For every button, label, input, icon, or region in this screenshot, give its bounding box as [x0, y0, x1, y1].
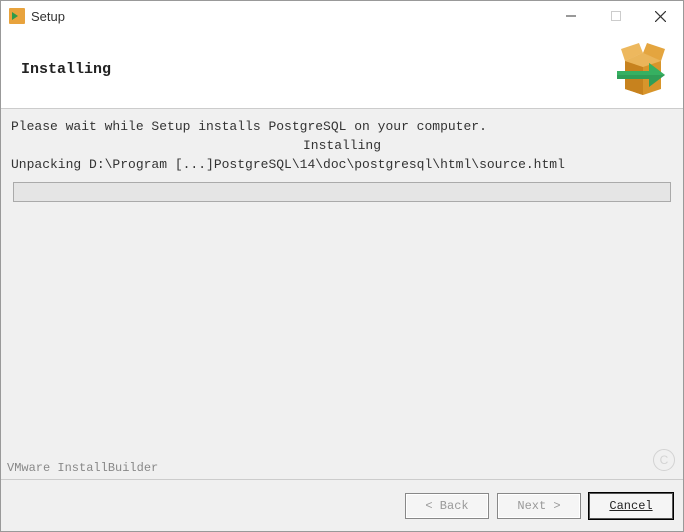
next-button-label: Next >: [517, 499, 560, 513]
close-icon: [655, 11, 666, 22]
maximize-icon: [611, 11, 621, 21]
button-row: < Back Next > Cancel: [405, 493, 673, 519]
close-button[interactable]: [638, 1, 683, 31]
header-title: Installing: [21, 61, 111, 78]
footer-bar: < Back Next > Cancel: [1, 479, 683, 531]
setup-app-icon: [9, 8, 25, 24]
maximize-button: [593, 1, 638, 31]
minimize-button[interactable]: [548, 1, 593, 31]
titlebar: Setup: [1, 1, 683, 31]
cancel-button-label: Cancel: [609, 499, 652, 513]
back-button: < Back: [405, 493, 489, 519]
progress-bar: [13, 182, 671, 202]
unpack-path: Unpacking D:\Program [...]PostgreSQL\14\…: [11, 157, 673, 172]
status-label: Installing: [11, 138, 673, 153]
next-button: Next >: [497, 493, 581, 519]
installer-header: Installing: [1, 31, 683, 109]
back-button-label: < Back: [425, 499, 468, 513]
watermark-icon: C: [653, 449, 675, 471]
box-arrow-icon: [615, 41, 671, 97]
window-controls: [548, 1, 683, 31]
minimize-icon: [566, 11, 576, 21]
content-area: Please wait while Setup installs Postgre…: [1, 109, 683, 212]
window-title: Setup: [31, 9, 65, 24]
installer-brand: VMware InstallBuilder: [7, 461, 158, 475]
cancel-button[interactable]: Cancel: [589, 493, 673, 519]
wait-message: Please wait while Setup installs Postgre…: [11, 119, 673, 134]
watermark: C: [653, 449, 675, 471]
